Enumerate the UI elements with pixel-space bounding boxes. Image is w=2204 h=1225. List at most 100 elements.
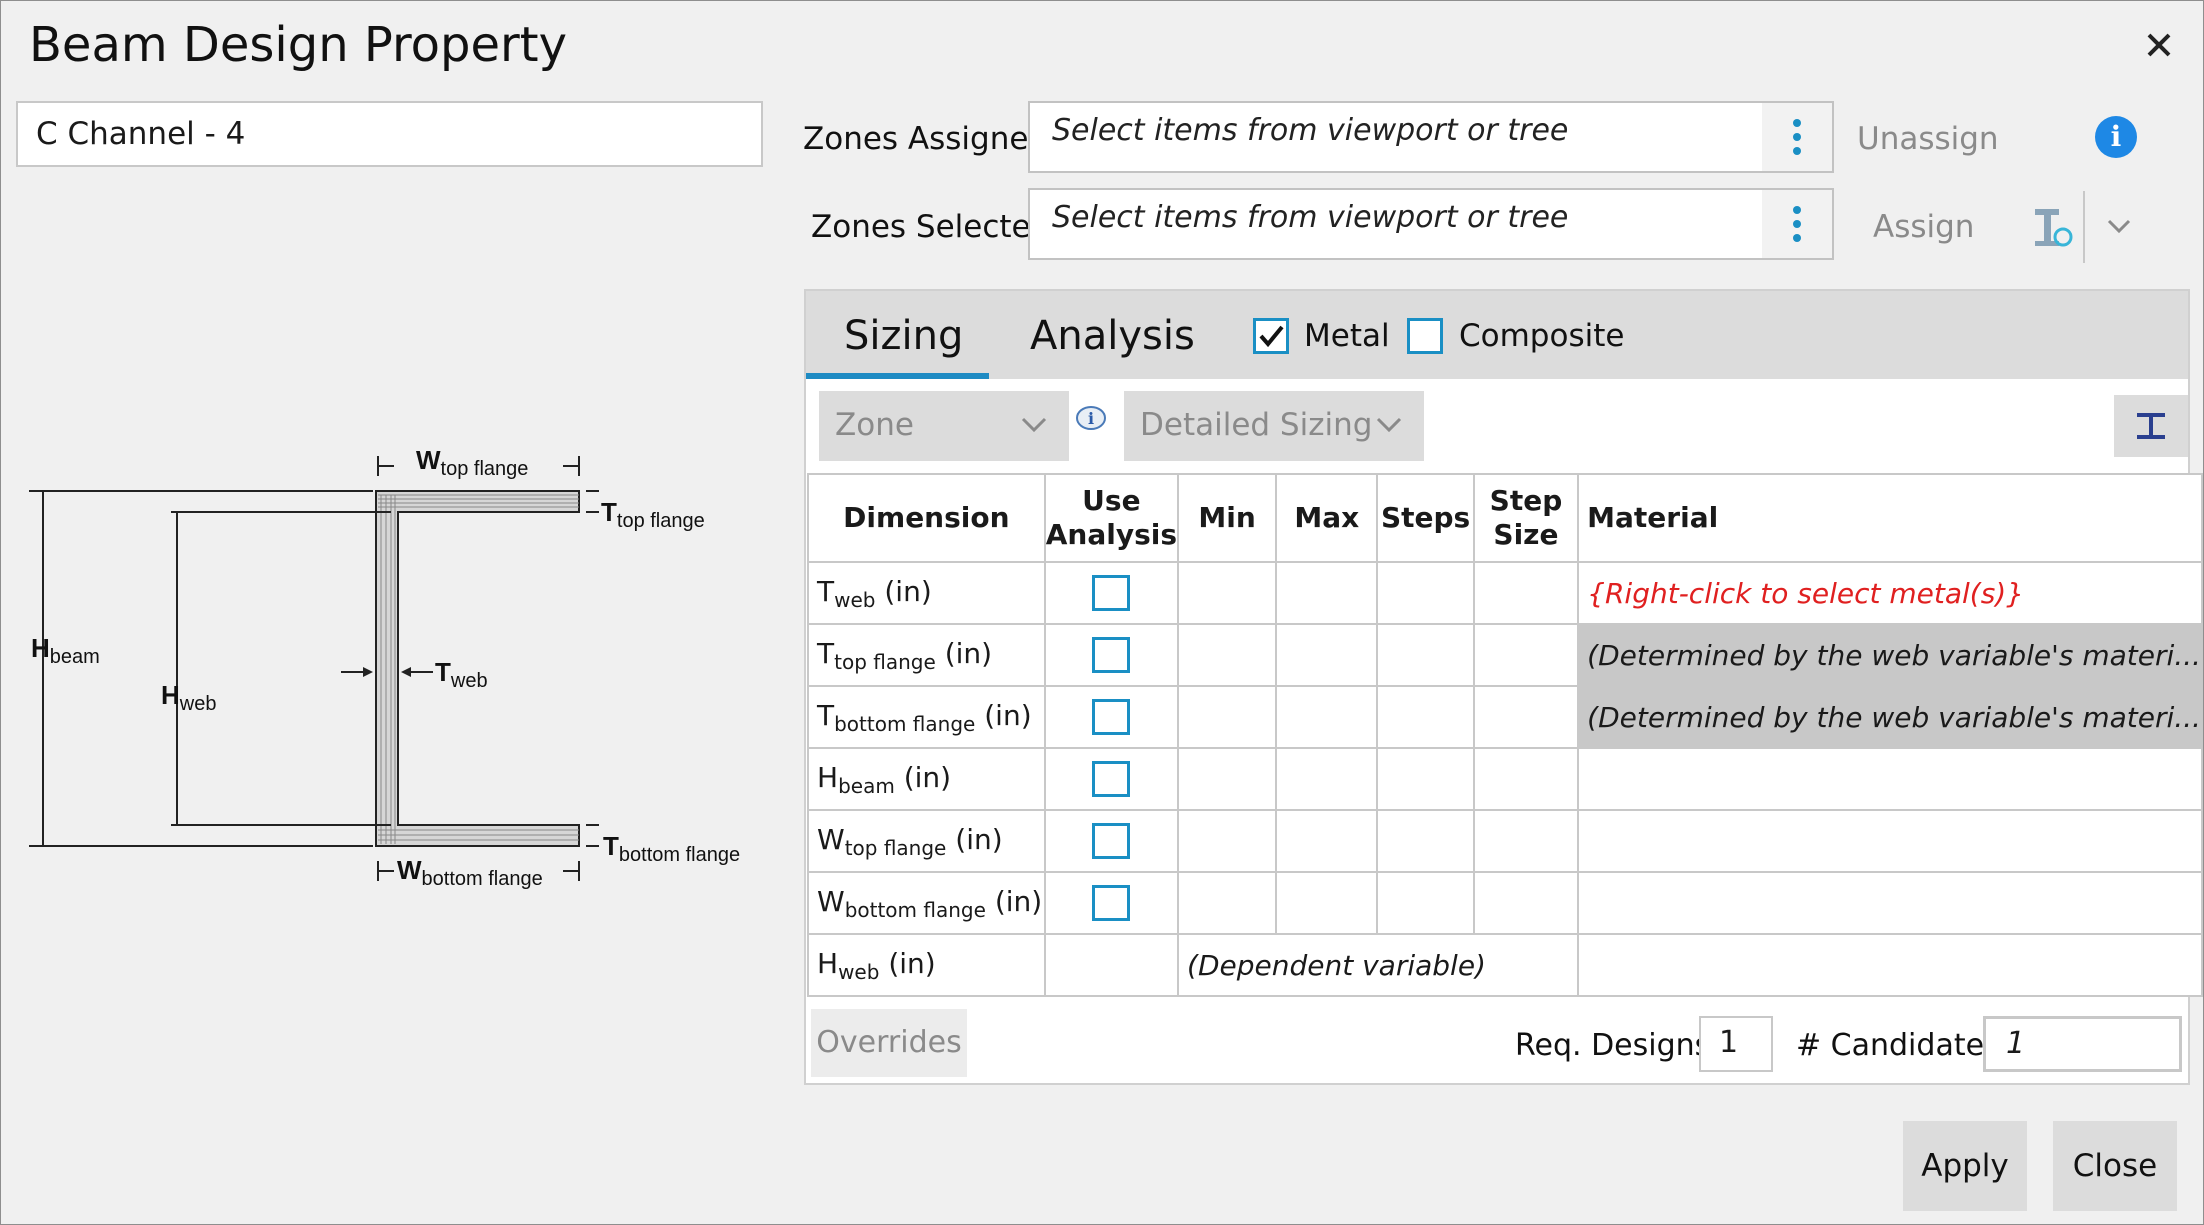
chevron-down-icon (1376, 417, 1402, 433)
info-icon[interactable]: i (2095, 116, 2137, 158)
h-beam-label: Hbeam (31, 633, 100, 668)
column-header-dimension: Dimension (807, 473, 1046, 563)
material-cell[interactable]: {Right-click to select metal(s)} (1577, 561, 2203, 625)
dimension-cell: Wbottom flange (in) (807, 871, 1046, 935)
assign-button[interactable]: Assign (1873, 209, 1974, 245)
min-cell[interactable] (1177, 561, 1278, 625)
step-size-cell[interactable] (1472, 871, 1580, 935)
beam-design-property-dialog: Beam Design Property C Channel - 4 Zones… (0, 0, 2204, 1225)
table-row: Ttop flange (in) (Determined by the web … (807, 623, 2203, 687)
zones-selected-field[interactable]: Select items from viewport or tree (1028, 188, 1834, 260)
steps-cell[interactable] (1376, 685, 1475, 749)
dimension-cell: Ttop flange (in) (807, 623, 1046, 687)
unassign-button[interactable]: Unassign (1857, 121, 1999, 157)
max-cell[interactable] (1275, 685, 1379, 749)
zones-assigned-field[interactable]: Select items from viewport or tree (1028, 101, 1834, 173)
sizing-mode-dropdown[interactable]: Detailed Sizing (1124, 391, 1424, 461)
chevron-down-icon (1021, 417, 1047, 433)
sizing-mode-value: Detailed Sizing (1140, 407, 1373, 443)
composite-checkbox[interactable] (1407, 318, 1443, 354)
min-cell[interactable] (1177, 685, 1278, 749)
steps-cell[interactable] (1376, 809, 1475, 873)
dimension-cell: Tbottom flange (in) (807, 685, 1046, 749)
step-size-cell[interactable] (1472, 685, 1580, 749)
tab-bar: Sizing Analysis Metal Composite (806, 291, 2188, 379)
apply-button[interactable]: Apply (1903, 1121, 2027, 1211)
close-icon[interactable] (2139, 25, 2179, 65)
use-analysis-cell (1043, 561, 1180, 625)
use-analysis-cell (1043, 933, 1180, 997)
candidates-input[interactable]: 1 (1983, 1016, 2182, 1072)
use-analysis-checkbox[interactable] (1092, 575, 1131, 611)
c-channel-diagram: Wtop flange Ttop flange Hbeam Hweb Tweb … (29, 445, 740, 890)
zones-selected-placeholder: Select items from viewport or tree (1052, 200, 1569, 235)
dialog-title: Beam Design Property (29, 17, 567, 73)
property-name-field[interactable]: C Channel - 4 (16, 101, 763, 167)
dimension-cell: Tweb (in) (807, 561, 1046, 625)
use-analysis-cell (1043, 871, 1180, 935)
use-analysis-cell (1043, 623, 1180, 687)
info-icon[interactable]: i (1074, 405, 1108, 435)
use-analysis-checkbox[interactable] (1092, 823, 1131, 859)
steps-cell[interactable] (1376, 871, 1475, 935)
step-size-cell[interactable] (1472, 747, 1580, 811)
svg-text:i: i (1088, 409, 1094, 428)
max-cell[interactable] (1275, 871, 1379, 935)
table-header-row: Dimension Use Analysis Min Max Steps Step… (807, 473, 2203, 563)
section-view-button[interactable] (2114, 395, 2188, 457)
min-cell[interactable] (1177, 871, 1278, 935)
zones-assigned-placeholder: Select items from viewport or tree (1052, 113, 1569, 148)
zones-assigned-label: Zones Assigned: (803, 121, 1059, 157)
dimension-cell: Hweb (in) (807, 933, 1046, 997)
use-analysis-checkbox[interactable] (1092, 885, 1131, 921)
more-options-icon[interactable] (1762, 190, 1832, 258)
zones-selected-label: Zones Selected: (811, 209, 1061, 245)
t-web-label: Tweb (435, 657, 488, 692)
tab-sizing[interactable]: Sizing (844, 313, 963, 359)
max-cell[interactable] (1275, 561, 1379, 625)
use-analysis-cell (1043, 747, 1180, 811)
req-designs-input[interactable]: 1 (1699, 1016, 1773, 1072)
dimension-cell: Hbeam (in) (807, 747, 1046, 811)
active-tab-indicator (806, 373, 989, 379)
material-cell[interactable] (1577, 871, 2203, 935)
column-header-step-size: Step Size (1472, 473, 1580, 563)
step-size-cell[interactable] (1472, 623, 1580, 687)
use-analysis-checkbox[interactable] (1092, 699, 1131, 735)
min-cell[interactable] (1177, 623, 1278, 687)
zone-dropdown-value: Zone (835, 407, 914, 443)
min-cell[interactable] (1177, 809, 1278, 873)
metal-checkbox[interactable] (1253, 318, 1289, 354)
close-button[interactable]: Close (2053, 1121, 2177, 1211)
step-size-cell[interactable] (1472, 809, 1580, 873)
zone-assign-icon[interactable] (2031, 205, 2075, 249)
use-analysis-checkbox[interactable] (1092, 761, 1131, 797)
tab-analysis[interactable]: Analysis (1030, 313, 1195, 359)
use-analysis-checkbox[interactable] (1092, 637, 1131, 673)
column-header-material: Material (1577, 473, 2203, 563)
use-analysis-cell (1043, 685, 1180, 749)
table-row: Hweb (in) (Dependent variable) (807, 933, 2203, 997)
steps-cell[interactable] (1376, 747, 1475, 811)
composite-label: Composite (1459, 318, 1625, 354)
sizing-table: Dimension Use Analysis Min Max Steps Step… (807, 473, 2203, 997)
steps-cell[interactable] (1376, 561, 1475, 625)
chevron-down-icon[interactable] (2104, 211, 2134, 241)
step-size-cell[interactable] (1472, 561, 1580, 625)
t-top-label: Ttop flange (601, 497, 705, 532)
max-cell[interactable] (1275, 747, 1379, 811)
material-cell[interactable] (1577, 809, 2203, 873)
zone-dropdown[interactable]: Zone (819, 391, 1069, 461)
i-beam-icon (2137, 413, 2165, 439)
separator (2083, 191, 2085, 263)
steps-cell[interactable] (1376, 623, 1475, 687)
h-web-label: Hweb (161, 680, 216, 715)
max-cell[interactable] (1275, 623, 1379, 687)
material-cell[interactable] (1577, 747, 2203, 811)
column-header-max: Max (1275, 473, 1379, 563)
min-cell[interactable] (1177, 747, 1278, 811)
more-options-icon[interactable] (1762, 103, 1832, 171)
overrides-button[interactable]: Overrides (811, 1009, 967, 1077)
max-cell[interactable] (1275, 809, 1379, 873)
dependent-variable-cell: (Dependent variable) (1177, 933, 1580, 997)
